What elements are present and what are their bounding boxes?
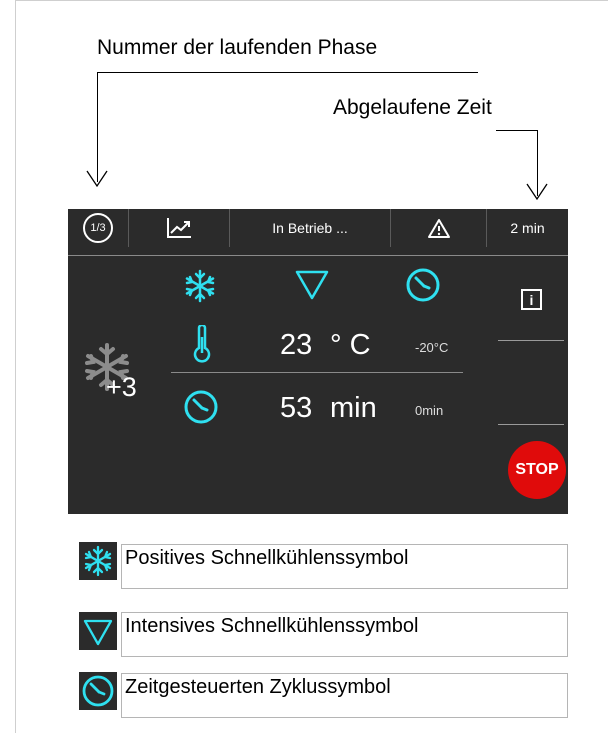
clock-icon [406, 268, 440, 302]
temperature-unit: ° C [330, 329, 371, 361]
time-value: 53 [280, 392, 313, 424]
legend-icon-triangle [79, 612, 117, 650]
alarm-button[interactable] [391, 209, 486, 247]
triangle-down-icon [83, 619, 113, 646]
header-divider [68, 255, 568, 256]
triangle-down-icon [295, 270, 329, 300]
phase-number-callout: Nummer der laufenden Phase [97, 36, 378, 59]
snowflake-icon [84, 545, 112, 577]
legend-text-positive-chill: Positives Schnellkühlenssymbol [121, 544, 568, 589]
clock-icon [184, 390, 218, 424]
warning-icon [427, 218, 450, 238]
chart-trend-icon [167, 218, 191, 238]
graph-button[interactable] [129, 209, 229, 247]
status-display: In Betrieb ... [230, 209, 390, 247]
legend-icon-snowflake [79, 542, 117, 580]
phase-callout-hline [97, 72, 478, 73]
info-button[interactable]: i [521, 289, 542, 310]
temperature-setpoint: -20°C [415, 340, 449, 355]
legend-icon-clock [79, 672, 117, 710]
phase-callout-vline [97, 72, 98, 182]
stop-button[interactable]: STOP [508, 441, 566, 499]
snowflake-icon [185, 269, 215, 303]
elapsed-time-callout: Abgelaufene Zeit [333, 96, 492, 119]
elapsed-time-value: 2 min [510, 220, 545, 236]
phase-callout-arrow-icon [86, 170, 108, 188]
right-divider-bottom [498, 424, 564, 425]
legend-text-intensive-chill: Intensives Schnellkühlenssymbol [121, 612, 568, 657]
legend-text-timed-cycle: Zeitgesteuerten Zyklussymbol [121, 673, 568, 718]
phase-number-badge: 1/3 [83, 213, 113, 243]
status-text: In Betrieb ... [272, 220, 348, 236]
right-divider-top [498, 340, 564, 341]
time-setpoint: 0min [415, 403, 444, 418]
thermometer-icon [193, 325, 211, 363]
device-screen: 1/3 In Betrieb ... 2 min +3 23 ° C -20°C… [68, 209, 568, 514]
phase-indicator[interactable]: 1/3 [68, 209, 128, 247]
time-unit: min [330, 392, 377, 424]
temperature-value: 23 [280, 329, 313, 361]
status-bar: 1/3 In Betrieb ... 2 min [68, 209, 568, 247]
counter-value: +3 [106, 372, 137, 402]
elapsed-time-display: 2 min [487, 209, 568, 247]
value-divider [171, 372, 463, 373]
clock-icon [82, 675, 114, 707]
elapsed-callout-arrow-icon [526, 183, 548, 201]
elapsed-callout-hline [496, 130, 537, 131]
